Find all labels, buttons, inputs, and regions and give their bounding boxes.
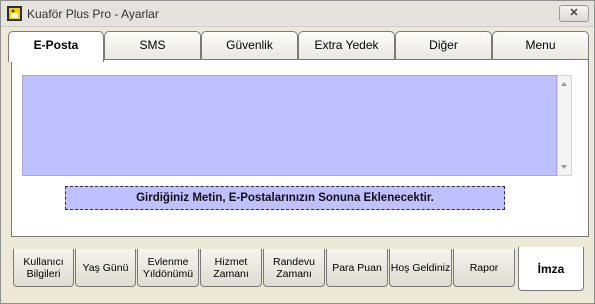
signature-text-editor[interactable] [22,75,557,176]
close-icon: ✕ [569,7,579,19]
bottom-tab-strip: Kullanıcı Bilgileri Yaş Günü Evlenme Yıl… [11,237,589,291]
tab-extra-yedek[interactable]: Extra Yedek [298,31,395,59]
tab-label: Evlenme Yıldönümü [142,255,194,280]
tab-sms[interactable]: SMS [104,31,201,59]
app-icon [7,6,22,21]
tab-guvenlik[interactable]: Güvenlik [201,31,298,59]
signature-note-label: Girdiğiniz Metin, E-Postalarınızın Sonun… [65,186,505,210]
scroll-up-icon[interactable] [561,82,567,86]
top-tab-strip: E-Posta SMS Güvenlik Extra Yedek Diğer M… [8,31,590,62]
tab-imza[interactable]: İmza [518,247,584,291]
tab-label: Kullanıcı Bilgileri [23,255,64,280]
tab-yas-gunu[interactable]: Yaş Günü [75,249,136,287]
tab-rapor[interactable]: Rapor [453,249,515,287]
window-title: Kuaför Plus Pro - Ayarlar [27,7,159,21]
tab-menu[interactable]: Menu [492,31,589,59]
tab-label: Para Puan [332,261,382,274]
tab-label: Hoş Geldiniz [390,261,451,274]
editor-scrollbar[interactable] [557,75,572,176]
scroll-down-icon[interactable] [561,165,567,169]
tab-hizmet-zamani[interactable]: Hizmet Zamanı [200,249,262,287]
tab-label: İmza [537,261,565,276]
email-panel: Girdiğiniz Metin, E-Postalarınızın Sonun… [11,59,589,237]
tab-label: Randevu Zamanı [272,255,316,280]
tab-e-posta[interactable]: E-Posta [8,31,104,62]
close-button[interactable]: ✕ [559,5,589,22]
title-bar[interactable]: Kuaför Plus Pro - Ayarlar ✕ [1,1,594,27]
tab-hos-geldiniz[interactable]: Hoş Geldiniz [389,249,452,287]
tab-evlenme-yildonumu[interactable]: Evlenme Yıldönümü [137,249,199,287]
settings-window: Kuaför Plus Pro - Ayarlar ✕ E-Posta SMS … [0,0,595,304]
tab-kullanici-bilgileri[interactable]: Kullanıcı Bilgileri [13,249,74,287]
tab-label: Rapor [469,261,499,274]
tab-randevu-zamani[interactable]: Randevu Zamanı [263,249,325,287]
tab-label: Yaş Günü [82,261,129,274]
tab-para-puan[interactable]: Para Puan [326,249,388,287]
tab-label: Hizmet Zamanı [213,255,249,280]
tab-diger[interactable]: Diğer [395,31,492,59]
